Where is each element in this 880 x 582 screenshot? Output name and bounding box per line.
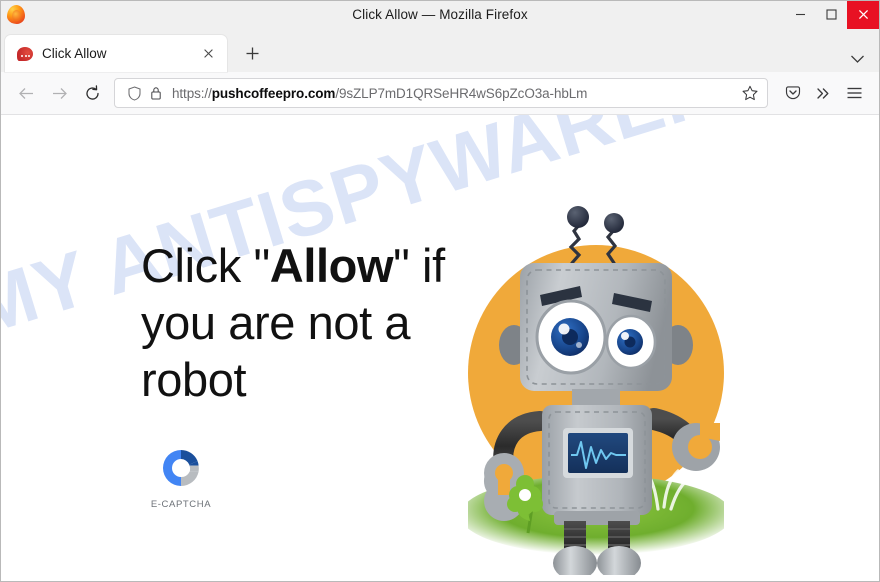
browser-tab[interactable]: Click Allow xyxy=(5,35,227,72)
robot-mascot-illustration xyxy=(468,185,724,575)
list-all-tabs-button[interactable] xyxy=(850,54,865,64)
window-controls xyxy=(785,1,879,29)
robot-neck xyxy=(572,389,620,407)
tab-title: Click Allow xyxy=(42,46,107,61)
title-bar: Click Allow — Mozilla Firefox xyxy=(1,1,879,29)
tab-favicon-icon xyxy=(17,46,33,62)
padlock-icon[interactable] xyxy=(145,82,167,104)
left-eye xyxy=(535,299,607,375)
headline-block: Click "Allow" if you are not a robot xyxy=(141,237,461,408)
page-viewport: MY ANTISPYWARE.COM Click "Allow" if you … xyxy=(1,115,879,581)
captcha-badge: E-CAPTCHA xyxy=(141,445,221,510)
firefox-window: Click Allow — Mozilla Firefox Click Allo… xyxy=(0,0,880,582)
e-captcha-logo-icon xyxy=(158,445,204,491)
page-headline: Click "Allow" if you are not a robot xyxy=(141,237,461,408)
headline-prefix: Click " xyxy=(141,239,270,292)
right-eye xyxy=(605,314,657,370)
pocket-icon[interactable] xyxy=(778,78,807,108)
overflow-double-chevron-icon[interactable] xyxy=(809,78,838,108)
forward-button[interactable] xyxy=(44,78,74,108)
firefox-logo-icon xyxy=(5,4,27,26)
page-content: Click "Allow" if you are not a robot E-C… xyxy=(1,115,879,581)
url-host: pushcoffeepro.com xyxy=(211,85,336,101)
toolbar-right-actions xyxy=(778,78,869,108)
navigation-toolbar: https://pushcoffeepro.com/9sZLP7mD1QRSeH… xyxy=(1,72,879,115)
window-title: Click Allow — Mozilla Firefox xyxy=(352,7,528,22)
new-tab-button[interactable] xyxy=(237,38,267,68)
captcha-label: E-CAPTCHA xyxy=(150,499,212,510)
address-bar-text[interactable]: https://pushcoffeepro.com/9sZLP7mD1QRSeH… xyxy=(172,86,737,101)
close-button[interactable] xyxy=(847,1,879,29)
back-button[interactable] xyxy=(11,78,41,108)
tab-close-icon[interactable] xyxy=(197,43,219,65)
url-scheme: https:// xyxy=(172,85,212,101)
maximize-button[interactable] xyxy=(816,1,847,29)
url-path: /9sZLP7mD1QRSeHR4wS6pZcO3a-hbLm xyxy=(335,85,588,101)
minimize-button[interactable] xyxy=(785,1,816,29)
reload-button[interactable] xyxy=(77,78,107,108)
hamburger-menu-icon[interactable] xyxy=(840,78,869,108)
headline-emphasis: Allow xyxy=(269,239,394,292)
shield-icon[interactable] xyxy=(123,82,145,104)
tab-strip: Click Allow xyxy=(1,29,879,72)
address-bar[interactable]: https://pushcoffeepro.com/9sZLP7mD1QRSeH… xyxy=(114,78,768,108)
bookmark-star-icon[interactable] xyxy=(737,80,763,106)
